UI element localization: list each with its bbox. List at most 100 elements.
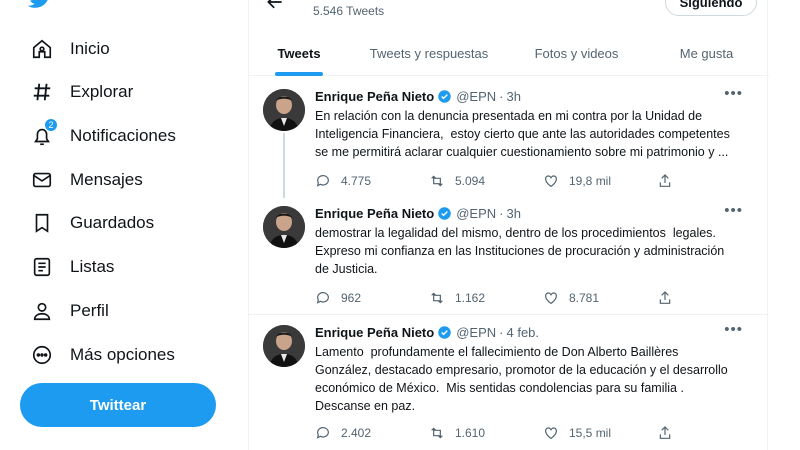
like-count: 19,8 mil [569,174,612,188]
sidebar-item-guardados[interactable]: Guardados [30,208,154,238]
tweet-count: 5.546 Tweets [313,4,385,18]
tweet-text: demostrar la legalidad del mismo, dentro… [315,226,725,276]
separator-dot: · [499,205,504,221]
tweet-item[interactable]: Enrique Peña Nieto @EPN · 4 feb. ••• Lam… [249,315,769,450]
back-arrow-icon[interactable] [265,0,285,12]
avatar[interactable] [263,325,305,367]
retweet-count: 1.162 [455,291,486,305]
like-count: 15,5 mil [569,426,612,440]
sidebar-item-label: Explorar [70,82,134,101]
separator-dot: · [499,324,504,340]
reply-icon [316,292,329,304]
reply-button[interactable]: 2.402 [315,425,429,441]
sidebar-item-label: Inicio [70,39,110,58]
sidebar-item-mensajes[interactable]: Mensajes [30,165,143,195]
verified-badge-icon [438,325,451,339]
more-options-icon[interactable]: ••• [724,85,743,102]
sidebar-item-label: Notificaciones [70,126,176,145]
retweet-button[interactable]: 1.162 [429,290,543,306]
sidebar-item-perfil[interactable]: Perfil [30,296,109,326]
tweet-actions: 962 1.162 8.781 [315,288,755,308]
avatar[interactable] [263,89,305,131]
bell-icon: 2 [30,118,58,148]
retweet-icon [431,175,443,187]
like-button[interactable]: 19,8 mil [543,173,657,189]
list-icon [30,255,54,279]
more-options-icon[interactable]: ••• [724,202,743,219]
reply-icon [316,427,329,439]
hashtag-icon [30,80,54,104]
author-handle[interactable]: @EPN [456,325,496,340]
heart-icon [545,292,557,305]
sidebar-item-explorar[interactable]: Explorar [30,77,133,107]
profile-timeline: 5.546 Tweets Siguiendo Tweets Tweets y r… [248,0,769,450]
retweet-button[interactable]: 5.094 [429,173,543,189]
reply-icon [316,175,329,187]
share-button[interactable] [657,173,687,189]
more-options-icon[interactable]: ••• [724,321,743,338]
reply-count: 2.402 [341,426,372,440]
sidebar-item-label: Listas [70,257,115,276]
share-icon [659,426,671,439]
sidebar-item-label: Mensajes [70,170,143,189]
reply-count: 4.775 [341,174,372,188]
twitter-bird-icon[interactable] [28,0,52,10]
tab-me-gusta[interactable]: Me gusta [644,30,769,76]
sidebar-item-inicio[interactable]: Inicio [30,34,110,64]
share-button[interactable] [657,290,687,306]
like-button[interactable]: 8.781 [543,290,657,306]
author-name[interactable]: Enrique Peña Nieto [315,89,434,104]
following-button[interactable]: Siguiendo [665,0,757,16]
tweet-item[interactable]: Enrique Peña Nieto @EPN · 3h ••• demostr… [249,196,769,314]
verified-badge-icon [438,89,451,103]
retweet-count: 1.610 [455,426,486,440]
retweet-count: 5.094 [455,174,486,188]
retweet-icon [431,292,443,304]
author-handle[interactable]: @EPN [456,89,496,104]
tweet-button[interactable]: Twittear [20,383,216,427]
tab-tweets-respuestas[interactable]: Tweets y respuestas [349,30,509,76]
tweet-time[interactable]: 4 feb. [506,325,539,340]
avatar[interactable] [263,206,305,248]
verified-badge-icon [438,206,451,220]
author-name[interactable]: Enrique Peña Nieto [315,325,434,340]
author-handle[interactable]: @EPN [456,206,496,221]
reply-button[interactable]: 962 [315,290,429,306]
retweet-icon [431,427,443,439]
envelope-icon [30,168,54,192]
tweet-item[interactable]: Enrique Peña Nieto @EPN · 3h ••• En rela… [249,79,769,198]
author-name[interactable]: Enrique Peña Nieto [315,206,434,221]
share-icon [659,291,671,304]
retweet-button[interactable]: 1.610 [429,425,543,441]
sidebar-item-label: Guardados [70,213,155,232]
bookmark-icon [30,211,54,235]
heart-icon [545,175,557,188]
more-circle-icon [30,343,54,367]
sidebar-item-notificaciones[interactable]: 2 Notificaciones [30,118,176,151]
sidebar-item-label: Perfil [70,301,109,320]
heart-icon [545,427,557,440]
separator-dot: · [499,88,504,104]
home-icon [30,37,54,61]
like-button[interactable]: 15,5 mil [543,425,657,441]
tweet-text: Lamento profundamente el fallecimiento d… [315,345,728,413]
thread-line [283,133,285,198]
tweet-actions: 2.402 1.610 15,5 mil [315,423,755,443]
tweet-time[interactable]: 3h [506,206,520,221]
sidebar-item-listas[interactable]: Listas [30,252,114,282]
tweet-time[interactable]: 3h [506,89,520,104]
like-count: 8.781 [569,291,600,305]
sidebar-item-mas-opciones[interactable]: Más opciones [30,340,175,370]
tweet-text: En relación con la denuncia presentada e… [315,109,730,159]
tab-fotos-videos[interactable]: Fotos y videos [509,30,644,76]
person-icon [30,299,54,323]
share-icon [659,174,671,187]
profile-tabs: Tweets Tweets y respuestas Fotos y video… [249,30,769,76]
sidebar-item-label: Más opciones [70,345,175,364]
reply-button[interactable]: 4.775 [315,173,429,189]
tweet-actions: 4.775 5.094 19,8 mil [315,171,755,191]
tab-tweets[interactable]: Tweets [249,30,349,76]
share-button[interactable] [657,425,687,441]
reply-count: 962 [341,291,362,305]
notification-badge: 2 [44,118,58,132]
